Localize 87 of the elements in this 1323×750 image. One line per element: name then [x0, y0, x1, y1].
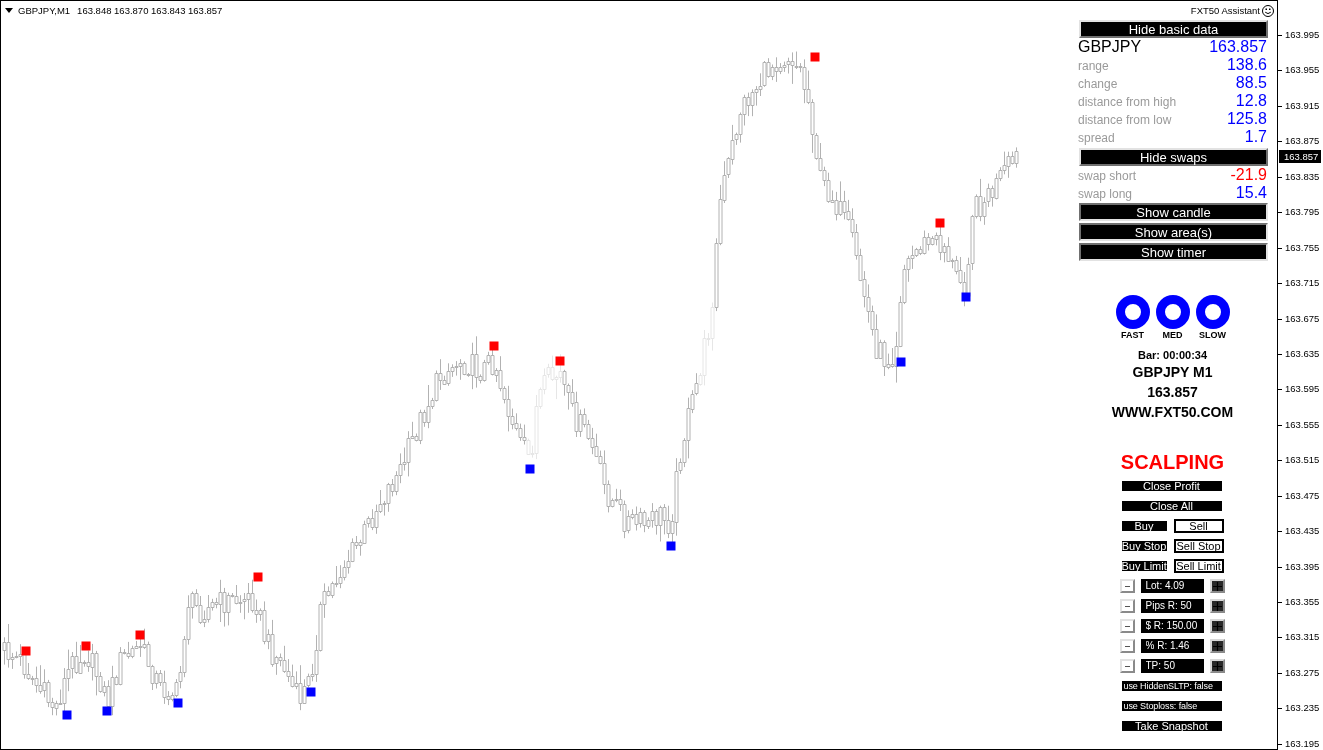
- minus-icon: [1124, 665, 1130, 667]
- decrease-button[interactable]: [1119, 619, 1135, 633]
- decrease-button[interactable]: [1119, 639, 1135, 653]
- signal-label: FAST: [1121, 330, 1144, 340]
- square-marker-icon: [135, 630, 145, 640]
- price-quote: 163.848 163.870 163.843 163.857: [77, 4, 223, 17]
- minus-icon: [1124, 585, 1130, 587]
- symbol-timeframe: GBPJPY M1: [1131, 363, 1214, 382]
- toggle-button[interactable]: Hide basic data: [1079, 20, 1268, 38]
- metric-value: 125.8: [1226, 110, 1267, 128]
- value-field[interactable]: $ R: 150.00: [1140, 619, 1204, 633]
- buy-button[interactable]: Buy Stop: [1119, 539, 1169, 553]
- toggle-button[interactable]: Show timer: [1079, 243, 1268, 261]
- metric-value: 1.7: [1244, 128, 1267, 146]
- minus-icon: [1124, 645, 1130, 647]
- square-marker-icon: [306, 687, 316, 697]
- value-field[interactable]: Pips R: 50: [1140, 599, 1204, 613]
- metric-label: swap short: [1078, 168, 1137, 185]
- square-marker-icon: [555, 356, 565, 366]
- bar-timer: Bar: 00:00:34: [1136, 348, 1209, 362]
- increase-button[interactable]: [1209, 659, 1225, 673]
- plus-icon: [1212, 641, 1222, 651]
- metric-value: 12.8: [1235, 92, 1267, 110]
- square-marker-icon: [489, 341, 499, 351]
- chart-symbol: GBPJPY,M1: [18, 4, 71, 17]
- square-marker-icon: [62, 710, 72, 720]
- value-field[interactable]: TP: 50: [1140, 659, 1204, 673]
- increase-button[interactable]: [1209, 579, 1225, 593]
- square-marker-icon: [935, 218, 945, 228]
- decrease-button[interactable]: [1119, 599, 1135, 613]
- metric-label: range: [1078, 58, 1109, 75]
- assistant-label: FXT50 Assistant: [1190, 4, 1260, 17]
- toggle-button[interactable]: Show area(s): [1079, 223, 1268, 241]
- price-text: 163.857: [1146, 383, 1199, 402]
- caret-icon[interactable]: [5, 8, 13, 13]
- buy-button[interactable]: Buy Limit: [1119, 559, 1169, 573]
- metric-value: 138.6: [1226, 56, 1267, 74]
- square-marker-icon: [666, 541, 676, 551]
- setting-button[interactable]: use Stoploss: false: [1119, 699, 1224, 713]
- signal-label: SLOW: [1199, 330, 1226, 340]
- price-value: 163.857: [1209, 38, 1267, 56]
- metric-value: -21.9: [1230, 166, 1267, 184]
- square-marker-icon: [173, 698, 183, 708]
- toggle-button[interactable]: Hide swaps: [1079, 148, 1268, 166]
- metric-value: 88.5: [1235, 74, 1267, 92]
- square-marker-icon: [525, 464, 535, 474]
- setting-button[interactable]: use HiddenSLTP: false: [1119, 679, 1224, 693]
- sell-button[interactable]: Sell: [1173, 519, 1224, 533]
- decrease-button[interactable]: [1119, 659, 1135, 673]
- sell-button[interactable]: Sell Stop: [1173, 539, 1224, 553]
- metric-value: 15.4: [1235, 184, 1267, 202]
- metric-label: distance from high: [1078, 94, 1177, 111]
- value-field[interactable]: % R: 1.46: [1140, 639, 1204, 653]
- symbol-label: GBPJPY: [1078, 38, 1142, 56]
- square-marker-icon: [102, 706, 112, 716]
- plus-icon: [1212, 661, 1222, 671]
- action-button[interactable]: Take Snapshot: [1119, 719, 1224, 733]
- decrease-button[interactable]: [1119, 579, 1135, 593]
- metric-label: distance from low: [1078, 112, 1172, 129]
- square-marker-icon: [81, 641, 91, 651]
- smiley-icon: [1262, 4, 1274, 17]
- sell-button[interactable]: Sell Limit: [1173, 559, 1224, 573]
- increase-button[interactable]: [1209, 599, 1225, 613]
- metric-label: swap long: [1078, 186, 1133, 203]
- square-marker-icon: [961, 292, 971, 302]
- square-marker-icon: [253, 572, 263, 582]
- plus-icon: [1212, 601, 1222, 611]
- square-marker-icon: [21, 646, 31, 656]
- scalping-title: SCALPING: [1119, 450, 1226, 474]
- minus-icon: [1124, 605, 1130, 607]
- action-button[interactable]: Close All: [1119, 499, 1224, 513]
- toggle-button[interactable]: Show candle: [1079, 203, 1268, 221]
- square-marker-icon: [810, 52, 820, 62]
- metric-label: spread: [1078, 130, 1115, 147]
- signal-label: MED: [1162, 330, 1183, 340]
- minus-icon: [1124, 625, 1130, 627]
- value-field[interactable]: Lot: 4.09: [1140, 579, 1204, 593]
- square-marker-icon: [896, 357, 906, 367]
- metric-label: change: [1078, 76, 1118, 93]
- increase-button[interactable]: [1209, 619, 1225, 633]
- plus-icon: [1212, 581, 1222, 591]
- current-price-label: 163.857: [1279, 150, 1321, 163]
- buy-button[interactable]: Buy: [1119, 519, 1169, 533]
- action-button[interactable]: Close Profit: [1119, 479, 1224, 493]
- increase-button[interactable]: [1209, 639, 1225, 653]
- website-text: WWW.FXT50.COM: [1110, 403, 1235, 422]
- plus-icon: [1212, 621, 1222, 631]
